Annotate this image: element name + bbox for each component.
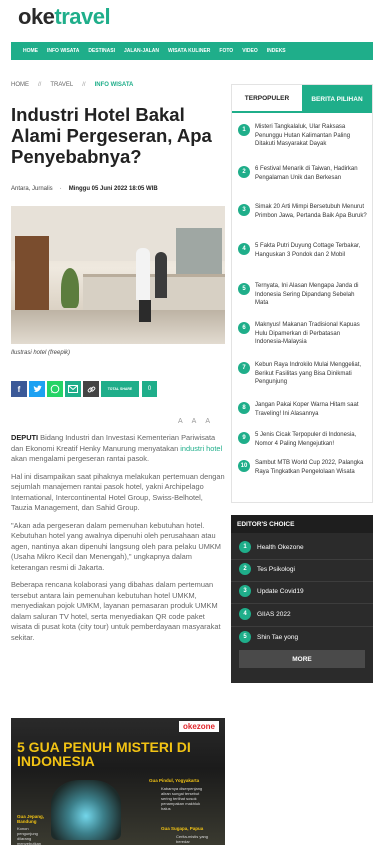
popular-item[interactable]: 7 Kebun Raya Indrokilo Mulai Menggeliat, … — [238, 361, 368, 387]
font-size-controls: A A A — [178, 418, 210, 425]
rank-badge: 10 — [238, 460, 250, 472]
copy-link-button[interactable] — [83, 381, 99, 397]
byline-dot: · — [59, 186, 62, 192]
nav-item-wisata-kuliner[interactable]: WISATA KULINER — [168, 48, 210, 54]
editors-choice-title: EDITOR'S CHOICE — [231, 515, 373, 533]
paragraph: Beberapa rencana kolaborasi yang dibahas… — [11, 580, 221, 642]
author[interactable]: Antara, Jurnalis — [11, 186, 53, 192]
sidebar-tabs: TERPOPULER BERITA PILIHAN — [232, 85, 372, 113]
email-icon — [68, 385, 78, 393]
ad-text: Konon pengunjung dilarang menyebutkan — [17, 826, 42, 845]
paragraph: Hal ini disampaikan saat pihaknya melaku… — [11, 471, 225, 513]
ad-text: Kabarnya diserpenjang aliran sungai ters… — [161, 786, 203, 811]
popular-item[interactable]: 6 Maknyus! Makanan Tradisional Kapuas Hul… — [238, 321, 368, 347]
site-logo[interactable]: oketravel — [18, 4, 111, 30]
rank-badge: 9 — [238, 432, 250, 444]
nav-item-video[interactable]: VIDEO — [242, 48, 258, 54]
rank-badge: 7 — [238, 362, 250, 374]
nav-item-indeks[interactable]: INDEKS — [267, 48, 286, 54]
popular-item[interactable]: 1 Misteri Tangkalaluk, Ular Raksasa Penun… — [238, 123, 368, 149]
breadcrumb: HOME // TRAVEL // INFO WISATA — [11, 82, 133, 88]
popular-item[interactable]: 26 Festival Menarik di Taiwan, Hadirkan … — [238, 165, 368, 182]
popular-item[interactable]: 45 Fakta Putri Duyung Cottage Terbakar, … — [238, 242, 368, 259]
more-button[interactable]: MORE — [239, 650, 365, 668]
ad-cave-image — [51, 780, 121, 840]
article-title: Industri Hotel Bakal Alami Pergeseran, A… — [11, 104, 212, 167]
page: oketravel HOME INFO WISATA DESTINASI JAL… — [0, 0, 373, 845]
total-share-label: TOTAL SHARE — [101, 381, 139, 397]
rank-badge: 2 — [238, 166, 250, 178]
paragraph: "Akan ada pergeseran dalam pemenuhan keb… — [11, 520, 221, 572]
divider — [231, 581, 373, 582]
article-photo — [11, 206, 225, 344]
divider — [231, 603, 373, 604]
whatsapp-icon — [50, 384, 60, 394]
ad-label: Gua Pindul, Yogyakarta — [149, 778, 200, 783]
article-byline: Antara, Jurnalis · Minggu 05 Juni 2022 1… — [11, 186, 158, 192]
ad-label: Gua Jepang, Bandung — [17, 814, 45, 824]
breadcrumb-travel[interactable]: TRAVEL — [50, 82, 73, 88]
photo-caption: Ilustrasi hotel (freepik) — [11, 350, 71, 356]
rank-badge: 1 — [238, 124, 250, 136]
lead-word: DEPUTI — [11, 433, 39, 442]
facebook-share-button[interactable]: f — [11, 381, 27, 397]
rank-badge: 6 — [238, 322, 250, 334]
editors-choice-item[interactable]: 3 Update Covid19 — [239, 585, 304, 597]
font-size-large-button[interactable]: A — [205, 418, 210, 425]
editors-choice-item[interactable]: 4 GIIAS 2022 — [239, 608, 291, 620]
font-size-medium-button[interactable]: A — [192, 418, 197, 425]
ad-text: Cerita-mistis yang beredar — [176, 834, 209, 844]
divider — [231, 626, 373, 627]
editors-choice: EDITOR'S CHOICE 1 Health Okezone 2 Tes Psi… — [231, 515, 373, 683]
divider — [231, 559, 373, 560]
tab-berita-pilihan[interactable]: BERITA PILIHAN — [302, 85, 372, 113]
article-body: DEPUTI Bidang Industri dan Investasi Kem… — [11, 433, 225, 650]
rank-badge: 2 — [239, 563, 251, 575]
popular-item[interactable]: 3 Simak 20 Arti Mimpi Bersetubuh Menurut … — [238, 203, 368, 220]
link-icon — [87, 386, 95, 392]
editors-choice-item[interactable]: 2 Tes Psikologi — [239, 563, 295, 575]
nav-item-info-wisata[interactable]: INFO WISATA — [47, 48, 79, 54]
publish-date: Minggu 05 Juni 2022 18:05 WIB — [68, 186, 158, 192]
ad-label: Gua Sugapa, Papua — [161, 826, 204, 831]
nav-item-destinasi[interactable]: DESTINASI — [88, 48, 115, 54]
total-share-count: 0 — [141, 381, 157, 397]
font-size-small-button[interactable]: A — [178, 418, 183, 425]
editors-choice-item[interactable]: 1 Health Okezone — [239, 541, 304, 553]
nav-item-foto[interactable]: FOTO — [219, 48, 233, 54]
rank-badge: 1 — [239, 541, 251, 553]
whatsapp-share-button[interactable] — [47, 381, 63, 397]
rank-badge: 8 — [238, 402, 250, 414]
popular-item[interactable]: 8 Jangan Pakai Koper Warna Hitam saat Tra… — [238, 401, 368, 418]
popular-item[interactable]: 10 Sambut MTB World Cup 2022, Palangka Ra… — [238, 459, 368, 476]
facebook-icon: f — [17, 384, 21, 394]
nav-item-home[interactable]: HOME — [23, 48, 38, 54]
rank-badge: 3 — [239, 585, 251, 597]
paragraph: DEPUTI Bidang Industri dan Investasi Kem… — [11, 433, 223, 463]
main-nav: HOME INFO WISATA DESTINASI JALAN-JALAN W… — [11, 42, 373, 60]
breadcrumb-separator: // — [38, 82, 42, 88]
breadcrumb-separator: // — [82, 82, 86, 88]
email-share-button[interactable] — [65, 381, 81, 397]
rank-badge: 4 — [239, 608, 251, 620]
share-bar: f TOTAL SHARE 0 — [11, 381, 157, 397]
rank-badge: 5 — [238, 283, 250, 295]
popular-item[interactable]: 5 Ternyata, Ini Alasan Mengapa Janda di I… — [238, 282, 368, 308]
breadcrumb-info-wisata[interactable]: INFO WISATA — [95, 82, 134, 88]
ad-headline: 5 GUA PENUH MISTERI DI INDONESIA — [17, 739, 191, 769]
rank-badge: 5 — [239, 631, 251, 643]
rank-badge: 4 — [238, 243, 250, 255]
popular-sidebar: TERPOPULER BERITA PILIHAN 1 Misteri Tangk… — [231, 84, 373, 503]
popular-item[interactable]: 95 Jenis Cicak Terpopuler di Indonesia, … — [238, 431, 368, 448]
rank-badge: 3 — [238, 204, 250, 216]
twitter-share-button[interactable] — [29, 381, 45, 397]
ad-banner[interactable]: okezone 5 GUA PENUH MISTERI DI INDONESIA… — [11, 718, 225, 845]
twitter-icon — [33, 384, 42, 392]
tab-terpopuler[interactable]: TERPOPULER — [232, 85, 302, 113]
ad-brand-logo: okezone — [178, 721, 219, 732]
breadcrumb-home[interactable]: HOME — [11, 82, 29, 88]
nav-item-jalan-jalan[interactable]: JALAN-JALAN — [124, 48, 159, 54]
editors-choice-item[interactable]: 5 Shin Tae yong — [239, 631, 298, 643]
article-link[interactable]: industri hotel — [180, 444, 222, 453]
